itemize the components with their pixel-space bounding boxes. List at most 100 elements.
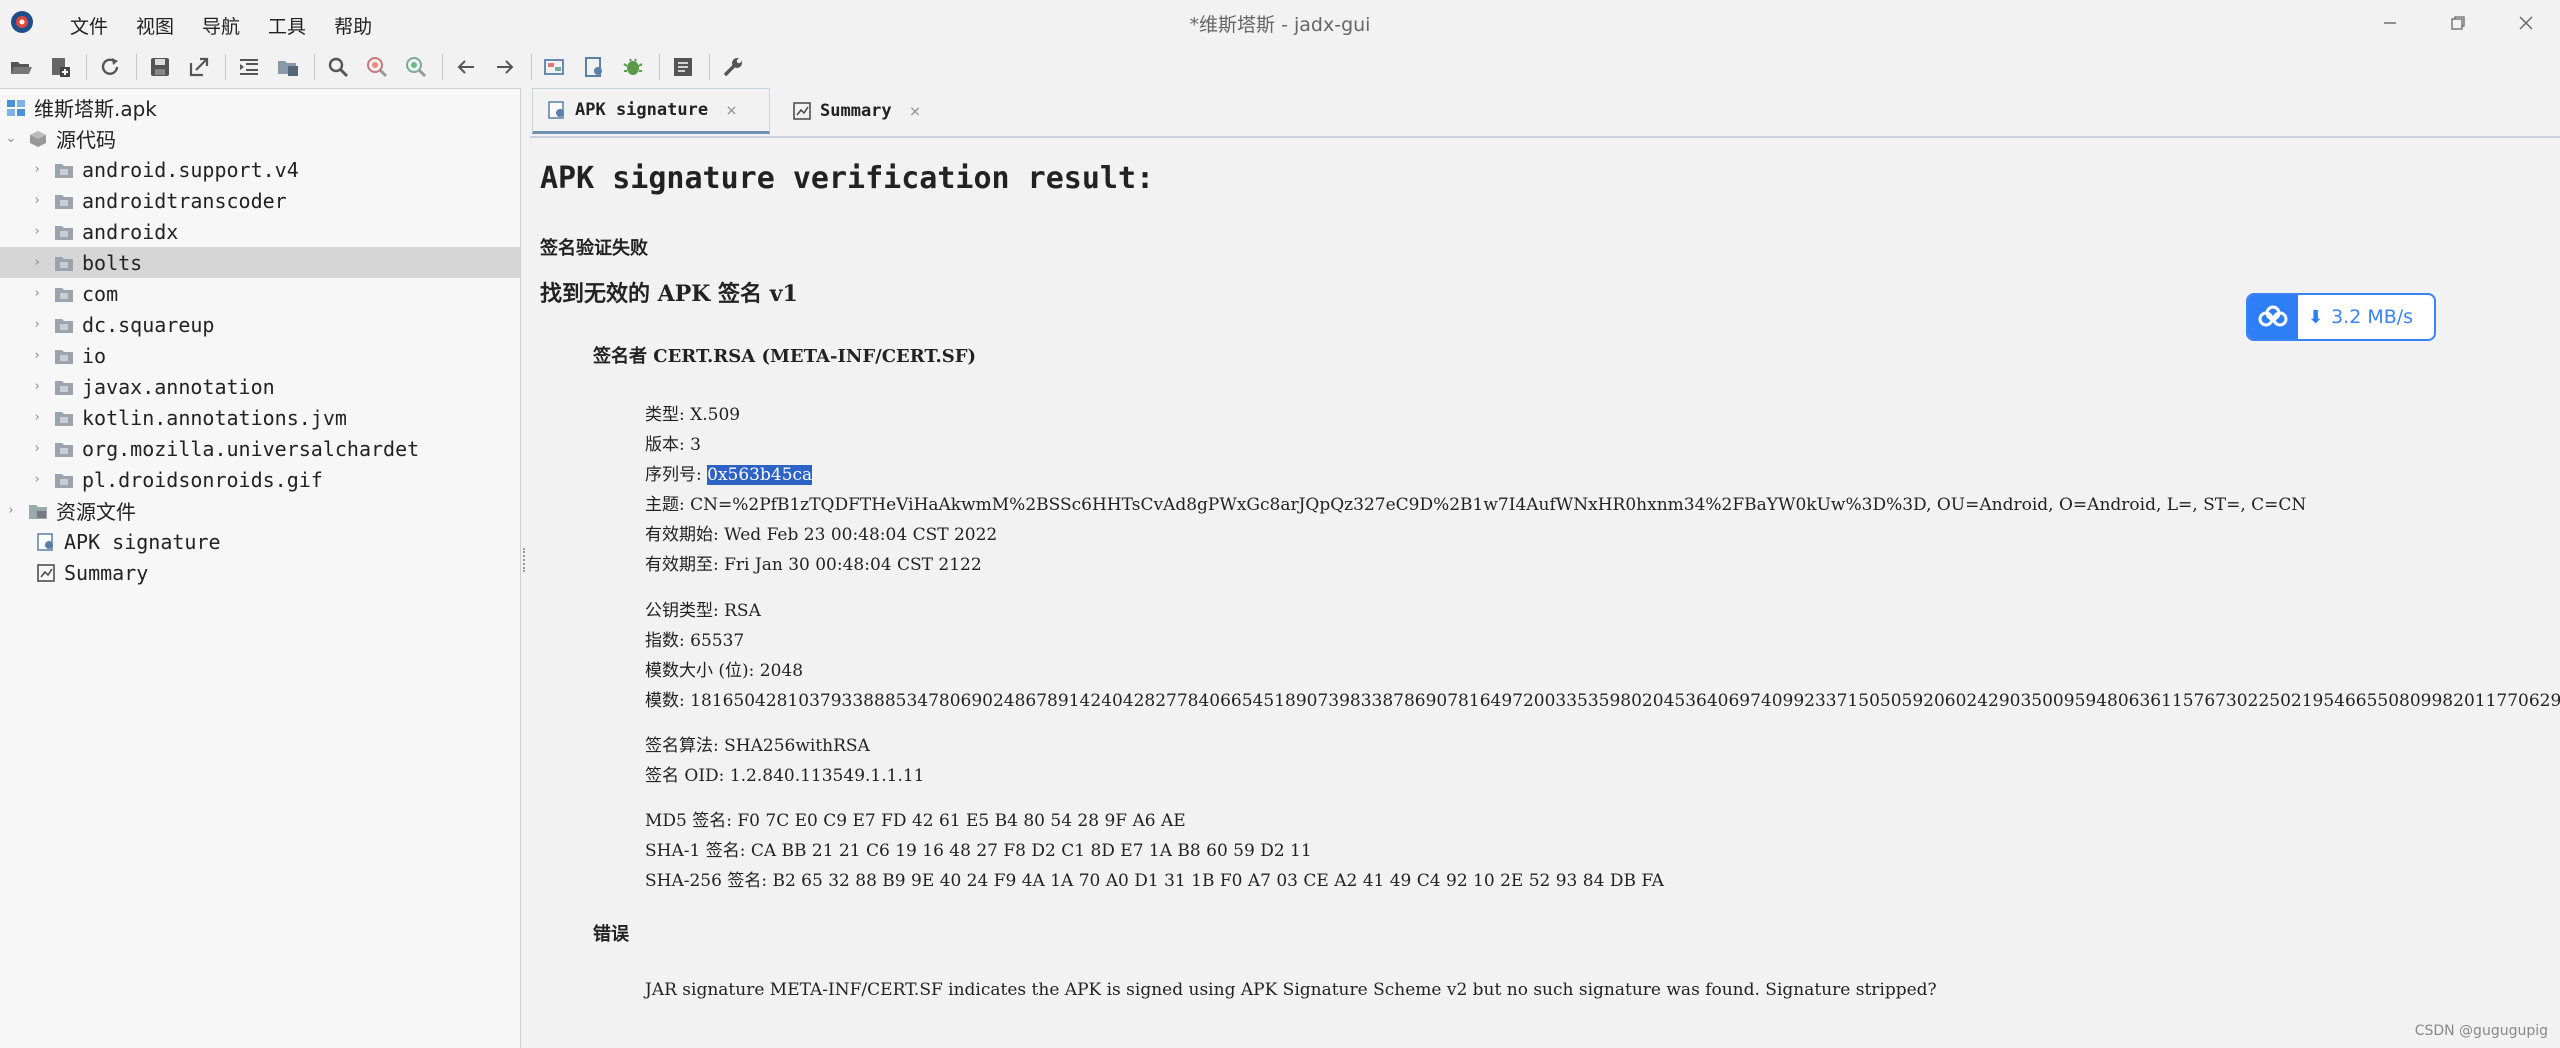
tree-package-org-mozilla-universalchardet[interactable]: › org.mozilla.universalchardet [0,433,520,464]
certificate-icon [548,101,564,119]
tree-sources[interactable]: ⌄ 源代码 [0,123,520,154]
panel-splitter[interactable] [520,88,530,1047]
tree-label: 源代码 [56,128,116,152]
tree-package-dc-squareup[interactable]: › dc.squareup [0,309,520,340]
tab-close-icon[interactable]: × [910,101,921,122]
flatten-packages-button[interactable] [273,52,303,82]
deobfuscation-icon [544,59,564,75]
tree-package-androidtranscoder[interactable]: › androidtranscoder [0,185,520,216]
chevron-right-icon[interactable]: › [30,224,44,239]
save-button[interactable] [145,52,175,82]
close-icon [2519,16,2533,30]
tab-summary[interactable]: Summary × [778,88,938,134]
menu-file[interactable]: 文件 [60,8,118,43]
tree-label: Summary [64,560,149,585]
log-icon [674,58,692,76]
tree-root-apk[interactable]: 维斯塔斯.apk [0,92,520,123]
chevron-right-icon[interactable]: › [30,410,44,425]
export-button[interactable] [184,52,214,82]
package-folder-icon [55,318,73,333]
add-files-button[interactable] [45,52,75,82]
minimize-button[interactable] [2356,0,2424,46]
sync-tree-icon [240,59,258,75]
reload-button[interactable] [95,52,125,82]
tree-label: io [82,343,107,368]
apk-icon [7,99,25,116]
save-icon [151,58,169,76]
quark-button[interactable] [579,52,609,82]
tree-package-io[interactable]: › io [0,340,520,371]
menu-navigation[interactable]: 导航 [192,8,250,43]
tree-label: androidx [82,219,179,244]
menu-view[interactable]: 视图 [126,8,184,43]
find-class-button[interactable] [401,52,431,82]
tree-label: dc.squareup [82,312,215,337]
restore-button[interactable] [2424,0,2492,46]
tree-resources[interactable]: › 资源文件 [0,495,520,526]
chevron-right-icon[interactable]: › [30,379,44,394]
deobfuscation-button[interactable] [540,52,570,82]
debug-button[interactable] [618,52,648,82]
cert-subject: 主题: CN=%2PfB1zTQDFTHeViHaAkwmM%2BSSc6HHT… [645,495,2307,515]
chevron-right-icon[interactable]: › [30,441,44,456]
serial-value-selected[interactable]: 0x563b45ca [707,465,813,485]
errors-heading: 错误 [593,924,629,945]
add-files-icon [52,58,70,77]
tab-apk-signature[interactable]: APK signature × [532,88,770,134]
chevron-right-icon[interactable]: › [30,317,44,332]
log-viewer-button[interactable] [668,52,698,82]
close-button[interactable] [2492,0,2560,46]
window-controls [2356,0,2560,46]
serial-label: 序列号: [645,465,708,485]
toolbar-separator [314,54,315,80]
find-class-icon [406,57,427,78]
splitter-grip[interactable] [523,548,529,572]
tree-label: 维斯塔斯.apk [34,97,157,121]
find-usage-button[interactable] [362,52,392,82]
chevron-right-icon[interactable]: › [30,162,44,177]
tree-label: APK signature [64,529,221,554]
minimize-icon [2384,22,2396,24]
tree-package-pl-droidsonroids-gif[interactable]: › pl.droidsonroids.gif [0,464,520,495]
chevron-right-icon[interactable]: › [30,472,44,487]
chevron-down-icon[interactable]: ⌄ [4,131,18,146]
tree-apk-signature[interactable]: APK signature [0,526,520,557]
search-button[interactable] [323,52,353,82]
chevron-right-icon[interactable]: › [30,255,44,270]
cert-valid-from: 有效期始: Wed Feb 23 00:48:04 CST 2022 [645,525,998,545]
jadx-logo-icon [11,11,33,33]
download-speed: 3.2 MB/s [2331,306,2414,328]
tree-package-androidx[interactable]: › androidx [0,216,520,247]
chevron-right-icon[interactable]: › [30,348,44,363]
forward-button[interactable] [490,52,520,82]
open-file-button[interactable] [6,52,36,82]
page-title: APK signature verification result: [540,161,1155,196]
tab-close-icon[interactable]: × [726,100,737,121]
toolbar-separator [136,54,137,80]
download-speed-widget[interactable]: ⬇ 3.2 MB/s [2246,293,2436,341]
tree-label: 资源文件 [56,500,136,524]
back-button[interactable] [451,52,481,82]
chevron-right-icon[interactable]: › [4,503,18,518]
toolbar-separator [531,54,532,80]
tree-summary[interactable]: Summary [0,557,520,588]
tab-label: APK signature [575,100,709,120]
chevron-right-icon[interactable]: › [30,286,44,301]
export-icon [189,57,209,77]
menu-tools[interactable]: 工具 [258,8,316,43]
sync-tree-button[interactable] [234,52,264,82]
cert-serial: 序列号: 0x563b45ca [645,460,813,485]
menu-help[interactable]: 帮助 [324,8,382,43]
tree-label: com [82,281,119,306]
tree-package-kotlin-annotations-jvm[interactable]: › kotlin.annotations.jvm [0,402,520,433]
modulus-size: 模数大小 (位): 2048 [645,661,804,681]
tree-package-javax-annotation[interactable]: › javax.annotation [0,371,520,402]
chevron-right-icon[interactable]: › [30,193,44,208]
tree-package-com[interactable]: › com [0,278,520,309]
package-folder-icon [55,225,73,240]
tree-package-android-support-v4[interactable]: › android.support.v4 [0,154,520,185]
tree-label: androidtranscoder [82,188,287,213]
tree-label: javax.annotation [82,374,275,399]
tree-package-bolts[interactable]: › bolts [0,247,520,278]
preferences-button[interactable] [718,52,748,82]
